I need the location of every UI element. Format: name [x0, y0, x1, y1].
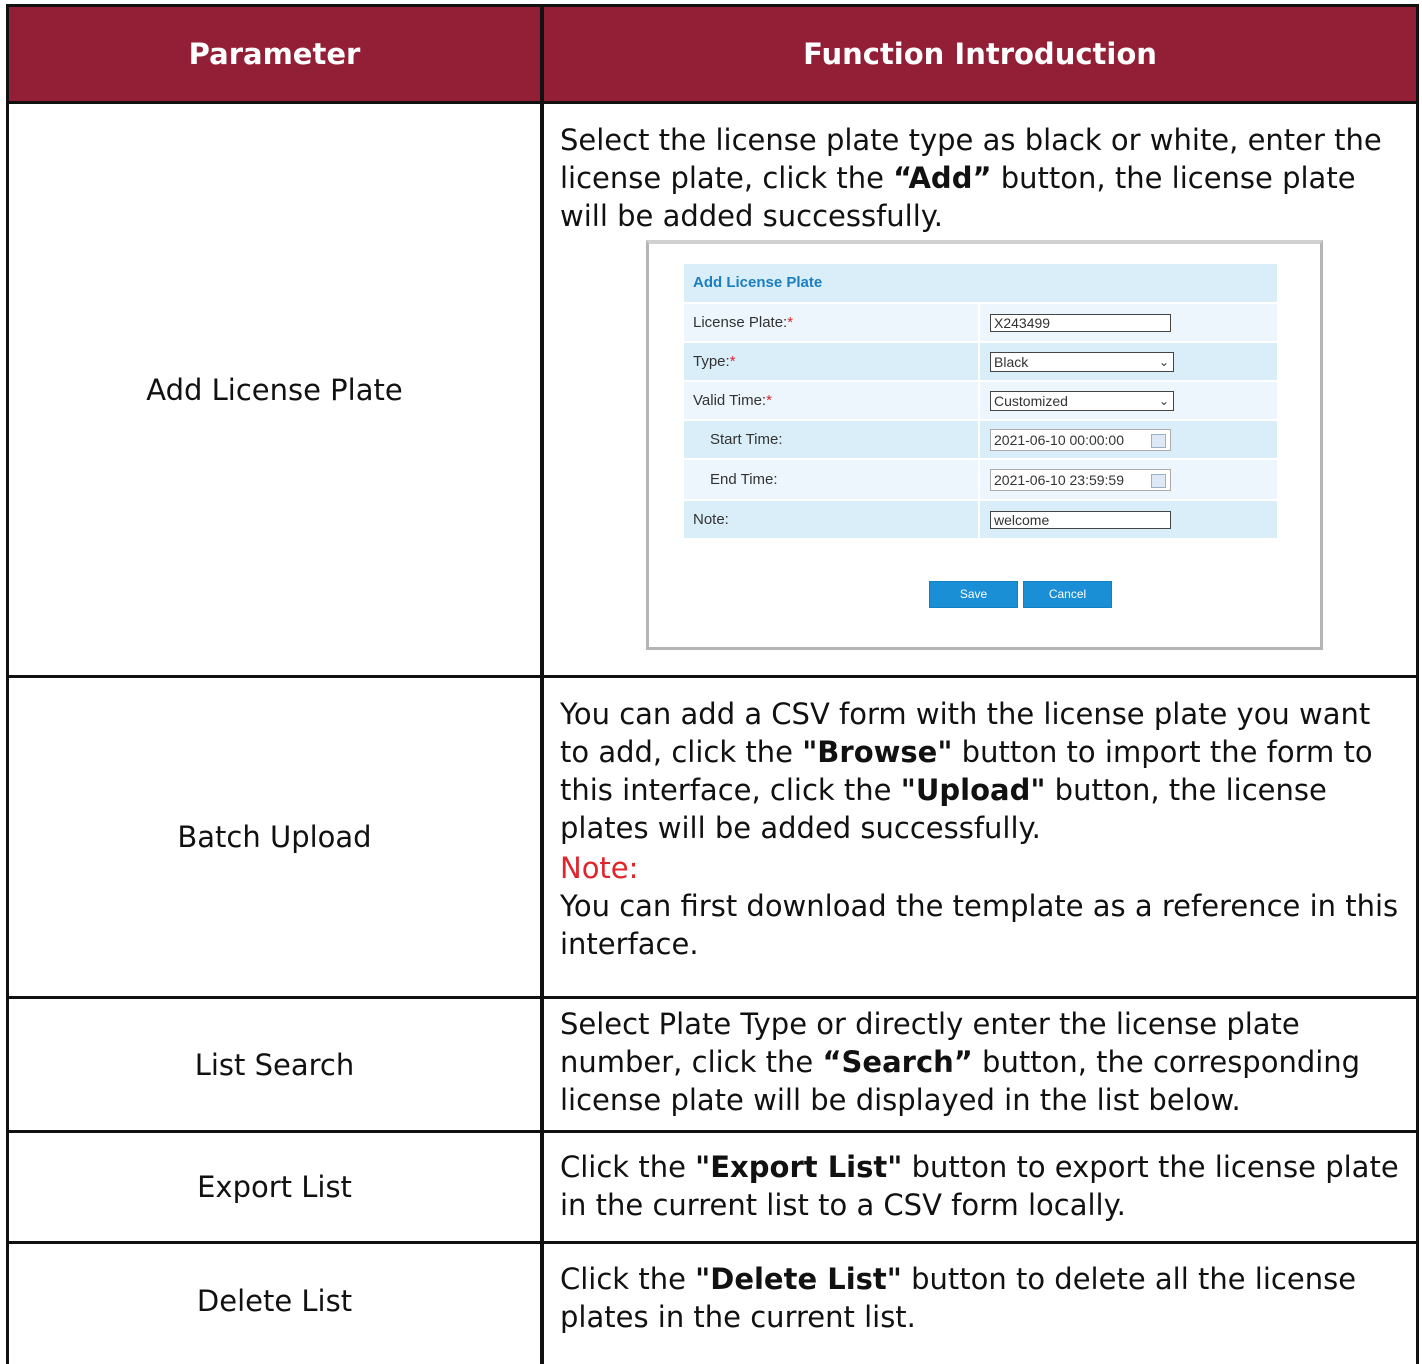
chevron-down-icon: ⌄	[1158, 355, 1169, 370]
function-text: Select Plate Type or directly enter the …	[560, 1007, 1361, 1117]
save-button[interactable]: Save	[929, 581, 1018, 608]
form-title: Add License Plate	[684, 264, 1277, 302]
calendar-icon[interactable]	[1151, 474, 1166, 489]
note-input[interactable]: welcome	[990, 511, 1171, 530]
function-text: Click the "Delete List" button to delete…	[560, 1262, 1357, 1334]
end-time-row: End Time: 2021-06-10 23:59:59	[684, 458, 1277, 499]
function-cell: Click the "Export List" button to export…	[544, 1133, 1419, 1241]
table-row: List Search Select Plate Type or directl…	[6, 999, 1419, 1133]
license-plate-input[interactable]: X243499	[990, 314, 1171, 333]
start-time-row: Start Time: 2021-06-10 00:00:00	[684, 419, 1277, 458]
form-buttons: Save Cancel	[929, 581, 1112, 608]
table-row: Batch Upload You can add a CSV form with…	[6, 678, 1419, 999]
chevron-down-icon: ⌄	[1158, 394, 1169, 409]
required-mark: *	[787, 314, 794, 331]
cancel-button[interactable]: Cancel	[1023, 581, 1112, 608]
param-cell: Export List	[6, 1133, 544, 1241]
note-field-label: Note:	[684, 501, 980, 538]
type-select[interactable]: Black ⌄	[990, 352, 1174, 373]
license-plate-label: License Plate:*	[684, 304, 980, 341]
function-cell: Click the "Delete List" button to delete…	[544, 1244, 1419, 1364]
required-mark: *	[766, 392, 772, 409]
valid-time-row: Valid Time:* Customized ⌄	[684, 380, 1277, 419]
function-cell: Select Plate Type or directly enter the …	[544, 999, 1419, 1130]
table-header-row: Parameter Function Introduction	[6, 4, 1419, 104]
required-mark: *	[729, 353, 736, 370]
function-text: You can add a CSV form with the license …	[560, 697, 1373, 845]
valid-time-label: Valid Time:*	[684, 382, 980, 419]
note-row: Note: welcome	[684, 499, 1277, 538]
end-time-label: End Time:	[684, 460, 980, 499]
add-license-plate-form: Add License Plate License Plate:* X24349…	[684, 264, 1277, 608]
type-row: Type:* Black ⌄	[684, 341, 1277, 380]
valid-time-select[interactable]: Customized ⌄	[990, 391, 1174, 412]
header-parameter: Parameter	[6, 7, 544, 101]
param-cell: Batch Upload	[6, 678, 544, 996]
function-cell: You can add a CSV form with the license …	[544, 678, 1419, 996]
type-label: Type:*	[684, 343, 980, 380]
note-label: Note:	[560, 851, 639, 885]
function-text: Click the "Export List" button to export…	[560, 1150, 1399, 1222]
param-cell: Delete List	[6, 1244, 544, 1364]
param-cell: Add License Plate	[6, 104, 544, 675]
table-row: Export List Click the "Export List" butt…	[6, 1133, 1419, 1244]
license-plate-row: License Plate:* X243499	[684, 302, 1277, 341]
start-time-input[interactable]: 2021-06-10 00:00:00	[990, 429, 1171, 452]
start-time-label: Start Time:	[684, 421, 980, 458]
calendar-icon[interactable]	[1151, 434, 1166, 449]
note-text: You can first download the template as a…	[560, 889, 1399, 961]
table-row: Delete List Click the "Delete List" butt…	[6, 1244, 1419, 1364]
param-cell: List Search	[6, 999, 544, 1130]
header-function: Function Introduction	[544, 7, 1419, 101]
add-license-plate-screenshot: Add License Plate License Plate:* X24349…	[646, 240, 1323, 650]
function-text: Select the license plate type as black o…	[560, 123, 1382, 233]
end-time-input[interactable]: 2021-06-10 23:59:59	[990, 469, 1171, 492]
